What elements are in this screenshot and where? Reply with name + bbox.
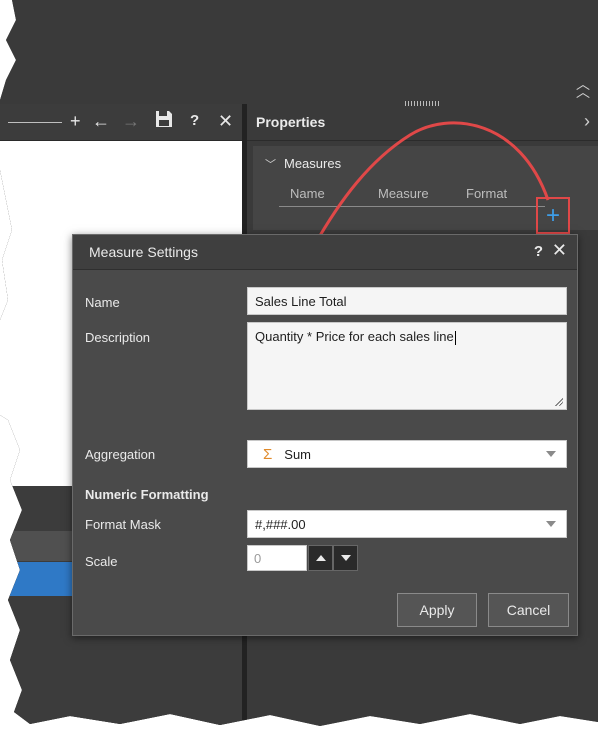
scale-input[interactable]: 0 xyxy=(247,545,307,571)
triangle-up-icon xyxy=(315,555,326,561)
sigma-icon: Σ xyxy=(263,446,273,463)
forward-arrow-icon[interactable]: → xyxy=(122,110,140,132)
splitter-grip[interactable] xyxy=(405,101,441,106)
numeric-formatting-heading: Numeric Formatting xyxy=(85,487,209,502)
selected-item[interactable] xyxy=(0,562,82,596)
measure-settings-dialog: Measure Settings ? ✕ Name Sales Line Tot… xyxy=(72,234,578,636)
triangle-down-icon xyxy=(340,555,351,561)
properties-title: Properties xyxy=(256,114,326,130)
text-cursor xyxy=(454,330,456,345)
back-arrow-icon[interactable]: ← xyxy=(92,110,110,132)
collapse-chevrons-icon[interactable]: ︿ ︿ xyxy=(576,77,590,99)
format-mask-select[interactable]: #,###.00 xyxy=(247,510,567,538)
add-measure-button[interactable]: + xyxy=(536,197,570,234)
close-icon[interactable]: ✕ xyxy=(218,110,233,132)
top-bar: ︿ ︿ xyxy=(0,0,598,104)
plus-icon[interactable]: + xyxy=(70,110,81,132)
chevron-down-icon[interactable]: ﹀ xyxy=(265,159,276,171)
apply-button[interactable]: Apply xyxy=(397,593,477,627)
help-icon[interactable]: ? xyxy=(190,110,199,132)
chevron-down-icon[interactable] xyxy=(546,521,556,527)
name-label: Name xyxy=(85,295,120,310)
scale-increment-button[interactable] xyxy=(308,545,333,571)
scale-label: Scale xyxy=(85,554,118,569)
format-mask-value: #,###.00 xyxy=(255,517,306,532)
column-divider xyxy=(279,206,545,207)
dialog-title-bar: Measure Settings ? ✕ xyxy=(73,235,577,270)
measures-header[interactable]: ﹀ Measures xyxy=(265,156,341,172)
measures-title: Measures xyxy=(284,156,342,171)
aggregation-label: Aggregation xyxy=(85,447,156,462)
description-field[interactable]: Quantity * Price for each sales line xyxy=(247,322,567,410)
name-field[interactable]: Sales Line Total xyxy=(247,287,567,315)
format-mask-label: Format Mask xyxy=(85,517,161,532)
plus-icon: + xyxy=(545,201,560,229)
dialog-title: Measure Settings xyxy=(89,244,198,260)
column-measure: Measure xyxy=(378,186,429,201)
aggregation-value: Sum xyxy=(284,447,312,462)
properties-header: Properties › xyxy=(247,104,598,141)
aggregation-select[interactable]: Σ Sum xyxy=(247,440,567,468)
close-icon[interactable]: ✕ xyxy=(552,240,567,261)
chevron-right-icon[interactable]: › xyxy=(584,111,590,132)
left-toolbar: + ← → ? ✕ xyxy=(0,104,242,141)
help-icon[interactable]: ? xyxy=(534,243,543,260)
toolbar-divider xyxy=(8,122,62,123)
column-name: Name xyxy=(290,186,325,201)
column-format: Format xyxy=(466,186,508,201)
chevron-down-icon[interactable] xyxy=(546,451,556,457)
scale-decrement-button[interactable] xyxy=(333,545,358,571)
cancel-button[interactable]: Cancel xyxy=(488,593,569,627)
description-label: Description xyxy=(85,330,151,345)
save-icon[interactable] xyxy=(155,110,173,133)
resize-handle-icon[interactable] xyxy=(554,397,563,406)
description-text: Quantity * Price for each sales line xyxy=(255,329,454,344)
